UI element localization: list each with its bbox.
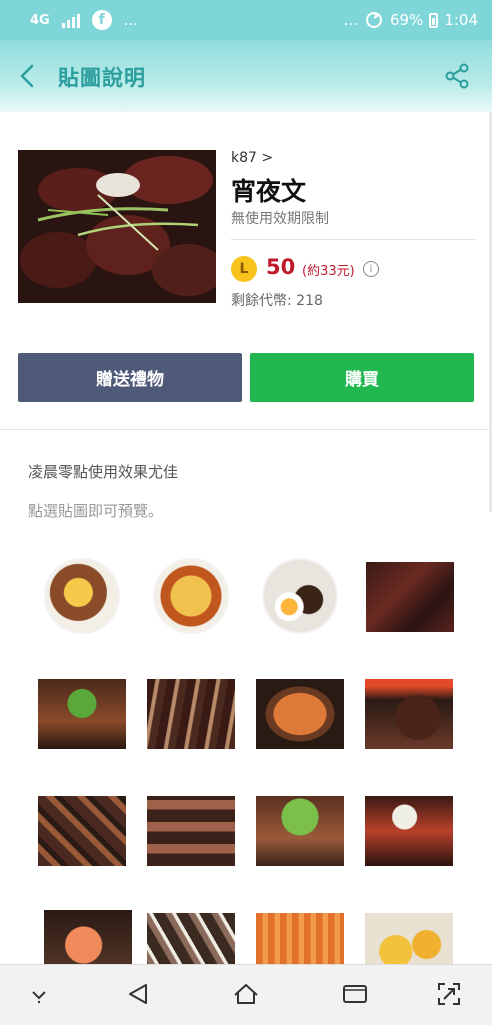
back-nav-icon[interactable] xyxy=(124,979,154,1009)
author-link[interactable]: k87 > xyxy=(231,150,273,166)
battery-icon xyxy=(429,12,439,28)
info-icon[interactable]: i xyxy=(363,261,379,277)
sticker-preview[interactable] xyxy=(38,679,126,749)
status-bar: 4G f ... ... 69% 1:04 xyxy=(0,0,492,40)
network-indicator: 4G xyxy=(30,12,50,28)
sticker-preview[interactable] xyxy=(147,796,235,866)
back-icon[interactable] xyxy=(16,62,40,90)
sticker-main-image[interactable] xyxy=(18,150,216,303)
line-coin-icon: L xyxy=(231,256,257,282)
price-conversion: (約33元) xyxy=(302,264,355,279)
app-header: 貼圖說明 xyxy=(0,40,492,112)
battery-percent: 69% xyxy=(389,11,424,29)
expand-icon[interactable] xyxy=(24,979,54,1009)
screenshot-icon[interactable] xyxy=(434,979,464,1009)
sticker-preview[interactable] xyxy=(256,679,344,749)
section-divider xyxy=(0,429,492,430)
send-gift-button[interactable]: 贈送禮物 xyxy=(18,353,242,402)
remaining-coins: 剩餘代幣: 218 xyxy=(231,293,323,309)
sticker-grid xyxy=(0,548,492,964)
facebook-icon: f xyxy=(91,10,112,30)
home-icon[interactable] xyxy=(231,979,261,1009)
sticker-preview[interactable] xyxy=(365,913,453,964)
sticker-preview[interactable] xyxy=(44,910,132,964)
recents-icon[interactable] xyxy=(340,979,370,1009)
sticker-preview[interactable] xyxy=(262,558,338,634)
sticker-preview[interactable] xyxy=(365,679,453,749)
status-dots-left: ... xyxy=(123,11,139,29)
sticker-preview[interactable] xyxy=(366,562,454,632)
sticker-preview[interactable] xyxy=(153,558,229,634)
buy-button[interactable]: 購買 xyxy=(250,353,474,402)
sync-icon xyxy=(365,12,382,28)
clock: 1:04 xyxy=(444,11,478,29)
price: 50 xyxy=(266,255,296,279)
divider xyxy=(231,239,475,240)
usage-note: 凌晨零點使用效果尤佳 xyxy=(28,463,179,481)
status-dots-right: ... xyxy=(343,11,358,29)
sticker-preview[interactable] xyxy=(38,796,126,866)
signal-icon xyxy=(61,12,80,28)
sticker-preview[interactable] xyxy=(256,913,344,964)
sticker-preview[interactable] xyxy=(147,913,235,964)
share-icon[interactable] xyxy=(444,62,470,90)
preview-hint: 點選貼圖即可預覽。 xyxy=(28,502,164,520)
sticker-preview[interactable] xyxy=(44,558,120,634)
validity-text: 無使用效期限制 xyxy=(231,211,329,227)
page-title: 貼圖說明 xyxy=(58,66,146,90)
sticker-preview[interactable] xyxy=(365,796,453,866)
sticker-preview[interactable] xyxy=(256,796,344,866)
sticker-name: 宵夜文 xyxy=(231,177,307,206)
system-nav-bar xyxy=(0,964,492,1025)
sticker-preview[interactable] xyxy=(147,679,235,749)
